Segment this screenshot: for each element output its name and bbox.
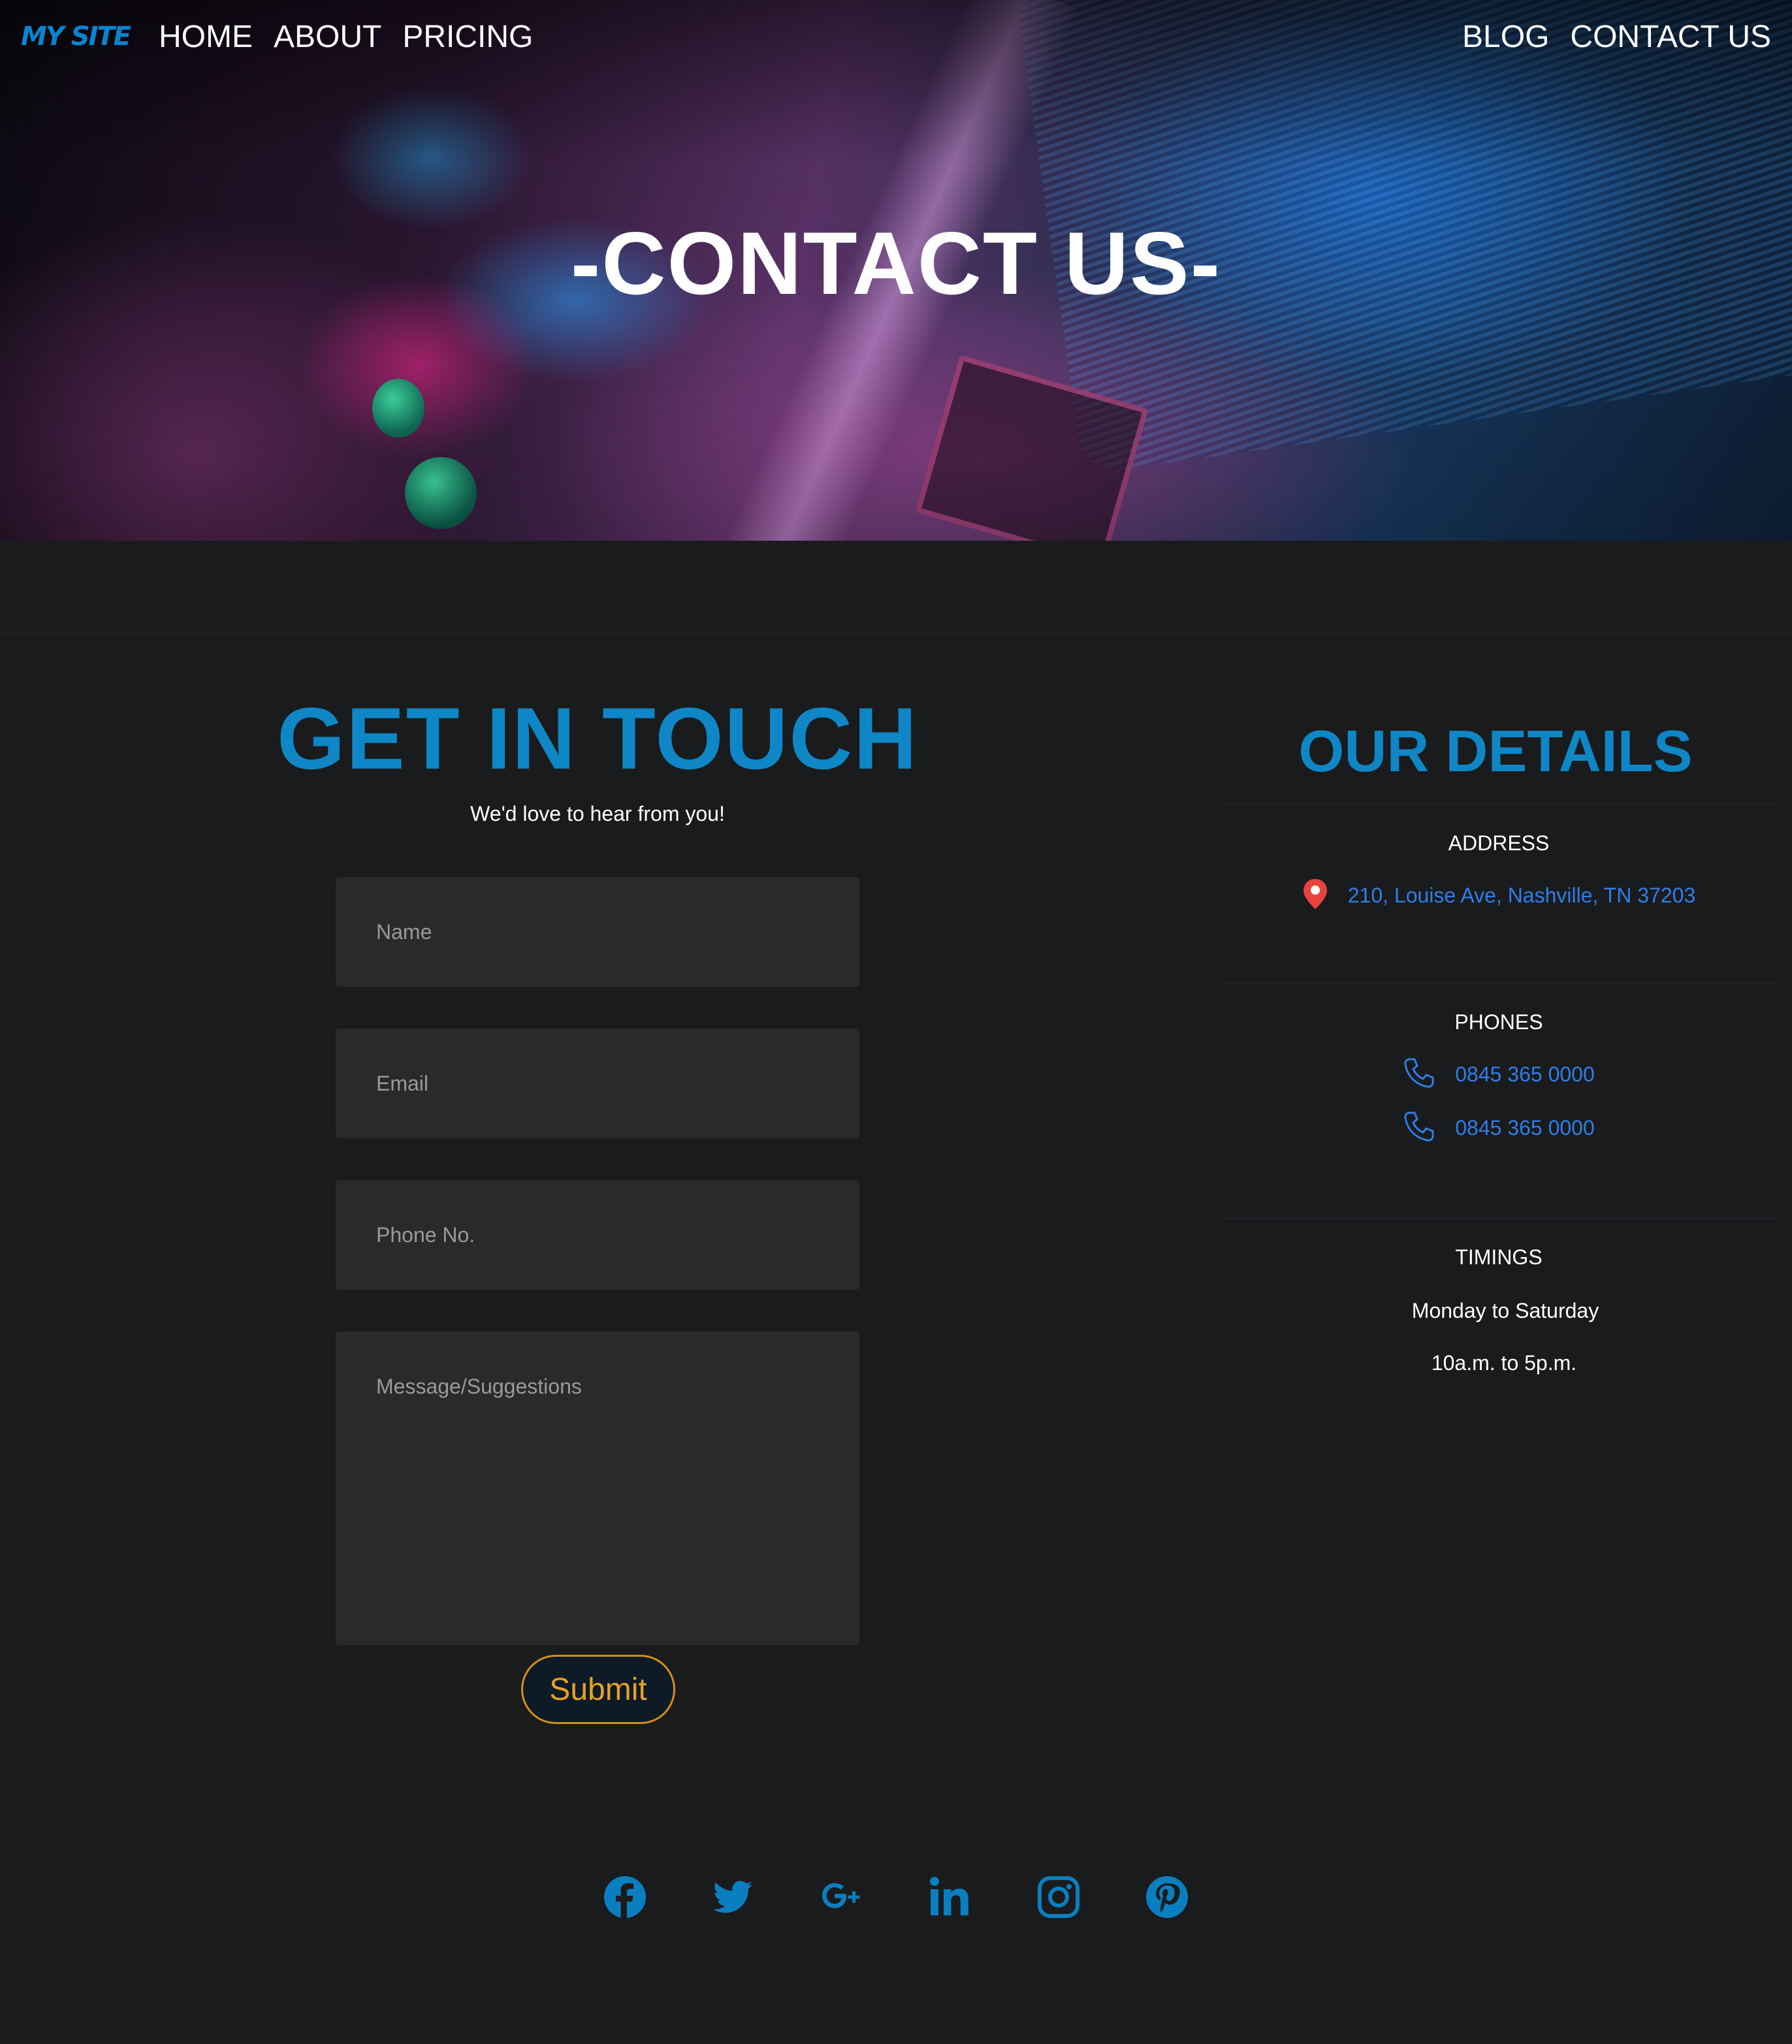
top-navbar: MY SITE HOME ABOUT PRICING BLOG CONTACT …	[0, 0, 1792, 73]
phones-heading: PHONES	[1454, 1010, 1543, 1034]
brand-logo[interactable]: MY SITE	[21, 22, 131, 52]
address-heading: ADDRESS	[1448, 831, 1550, 855]
timings-card: TIMINGS Monday to Saturday 10a.m. to 5p.…	[1221, 1217, 1776, 1413]
nav-right-group: BLOG CONTACT US	[1441, 19, 1771, 55]
nav-about[interactable]: ABOUT	[274, 19, 381, 55]
address-card: ADDRESS 210, Louise Ave, Nashville, TN 3…	[1221, 803, 1776, 982]
nav-blog[interactable]: BLOG	[1462, 19, 1549, 55]
timings-hours: 10a.m. to 5p.m.	[1431, 1350, 1577, 1375]
linkedin-icon[interactable]	[927, 1874, 973, 1920]
map-pin-icon	[1302, 878, 1328, 914]
social-links	[0, 1874, 1792, 1920]
pinterest-icon[interactable]	[1144, 1874, 1190, 1920]
get-in-touch-heading: GET IN TOUCH	[277, 690, 918, 788]
timings-days-row: Monday to Saturday	[1221, 1298, 1776, 1324]
phone-row: 0845 365 0000	[1221, 1056, 1776, 1093]
nav-pricing[interactable]: PRICING	[402, 19, 533, 55]
message-textarea[interactable]	[336, 1332, 859, 1645]
email-input[interactable]	[336, 1029, 859, 1138]
phone-icon	[1403, 1057, 1435, 1093]
phone-link[interactable]: 0845 365 0000	[1455, 1116, 1595, 1140]
phone-link[interactable]: 0845 365 0000	[1455, 1062, 1595, 1087]
google-plus-icon[interactable]	[819, 1874, 865, 1920]
our-details-heading: OUR DETAILS	[1298, 719, 1693, 784]
address-row: 210, Louise Ave, Nashville, TN 37203	[1221, 877, 1776, 914]
twitter-icon[interactable]	[711, 1874, 756, 1920]
timings-heading: TIMINGS	[1455, 1245, 1543, 1269]
hero-title: -CONTACT US-	[571, 214, 1221, 313]
instagram-icon[interactable]	[1036, 1874, 1081, 1920]
timings-hours-row: 10a.m. to 5p.m.	[1221, 1350, 1776, 1376]
section-divider	[0, 632, 1792, 634]
name-input[interactable]	[336, 877, 859, 987]
timings-days: Monday to Saturday	[1411, 1298, 1599, 1322]
submit-button[interactable]: Submit	[521, 1655, 675, 1724]
address-link[interactable]: 210, Louise Ave, Nashville, TN 37203	[1348, 884, 1696, 908]
nav-contact-us[interactable]: CONTACT US	[1570, 19, 1771, 55]
phone-icon	[1403, 1110, 1435, 1146]
nav-home[interactable]: HOME	[159, 19, 253, 55]
facebook-icon[interactable]	[602, 1874, 648, 1920]
phone-input[interactable]	[336, 1180, 859, 1290]
get-in-touch-subtitle: We'd love to hear from you!	[470, 802, 725, 825]
phone-row: 0845 365 0000	[1221, 1110, 1776, 1146]
phones-card: PHONES 0845 365 0000 0845 365 0000	[1221, 982, 1776, 1217]
